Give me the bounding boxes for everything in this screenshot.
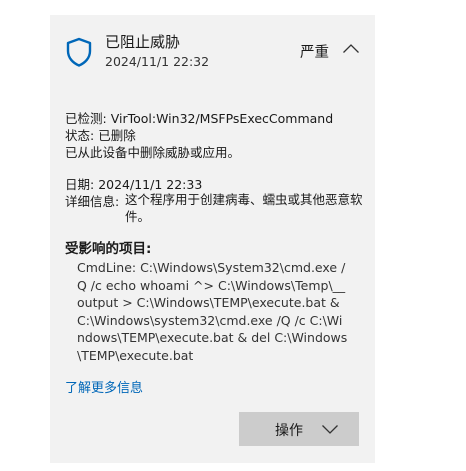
date-label: 日期:	[65, 177, 95, 192]
removal-message: 已从此设备中删除威胁或应用。	[65, 145, 241, 160]
threat-title: 已阻止威胁	[105, 33, 181, 51]
learn-more-link[interactable]: 了解更多信息	[65, 377, 143, 396]
actions-button[interactable]: 操作	[239, 412, 359, 446]
details-value: 这个程序用于创建病毒、蠕虫或其他恶意软件。	[125, 192, 363, 224]
details-row: 详细信息: 这个程序用于创建病毒、蠕虫或其他恶意软件。	[65, 191, 363, 224]
detected-label: 已检测:	[65, 111, 107, 126]
shield-icon	[66, 37, 92, 67]
chevron-down-icon	[322, 425, 338, 434]
chevron-up-icon[interactable]	[342, 42, 360, 54]
affected-item-cmdline: CmdLine: C:\Windows\System32\cmd.exe /Q …	[77, 260, 348, 363]
detected-value: VirTool:Win32/MSFPsExecCommand	[110, 111, 334, 126]
actions-button-label: 操作	[275, 423, 303, 439]
threat-timestamp: 2024/11/1 22:32	[105, 54, 210, 69]
affected-items-title: 受影响的项目:	[65, 241, 152, 257]
threat-card: 已阻止威胁 2024/11/1 22:32 严重 已检测: VirTool:Wi…	[50, 15, 375, 463]
details-label: 详细信息:	[65, 194, 120, 209]
status-value: 已删除	[98, 128, 136, 143]
status-label: 状态:	[65, 128, 95, 143]
severity-label: 严重	[300, 45, 329, 61]
date-value: 2024/11/1 22:33	[98, 177, 203, 192]
